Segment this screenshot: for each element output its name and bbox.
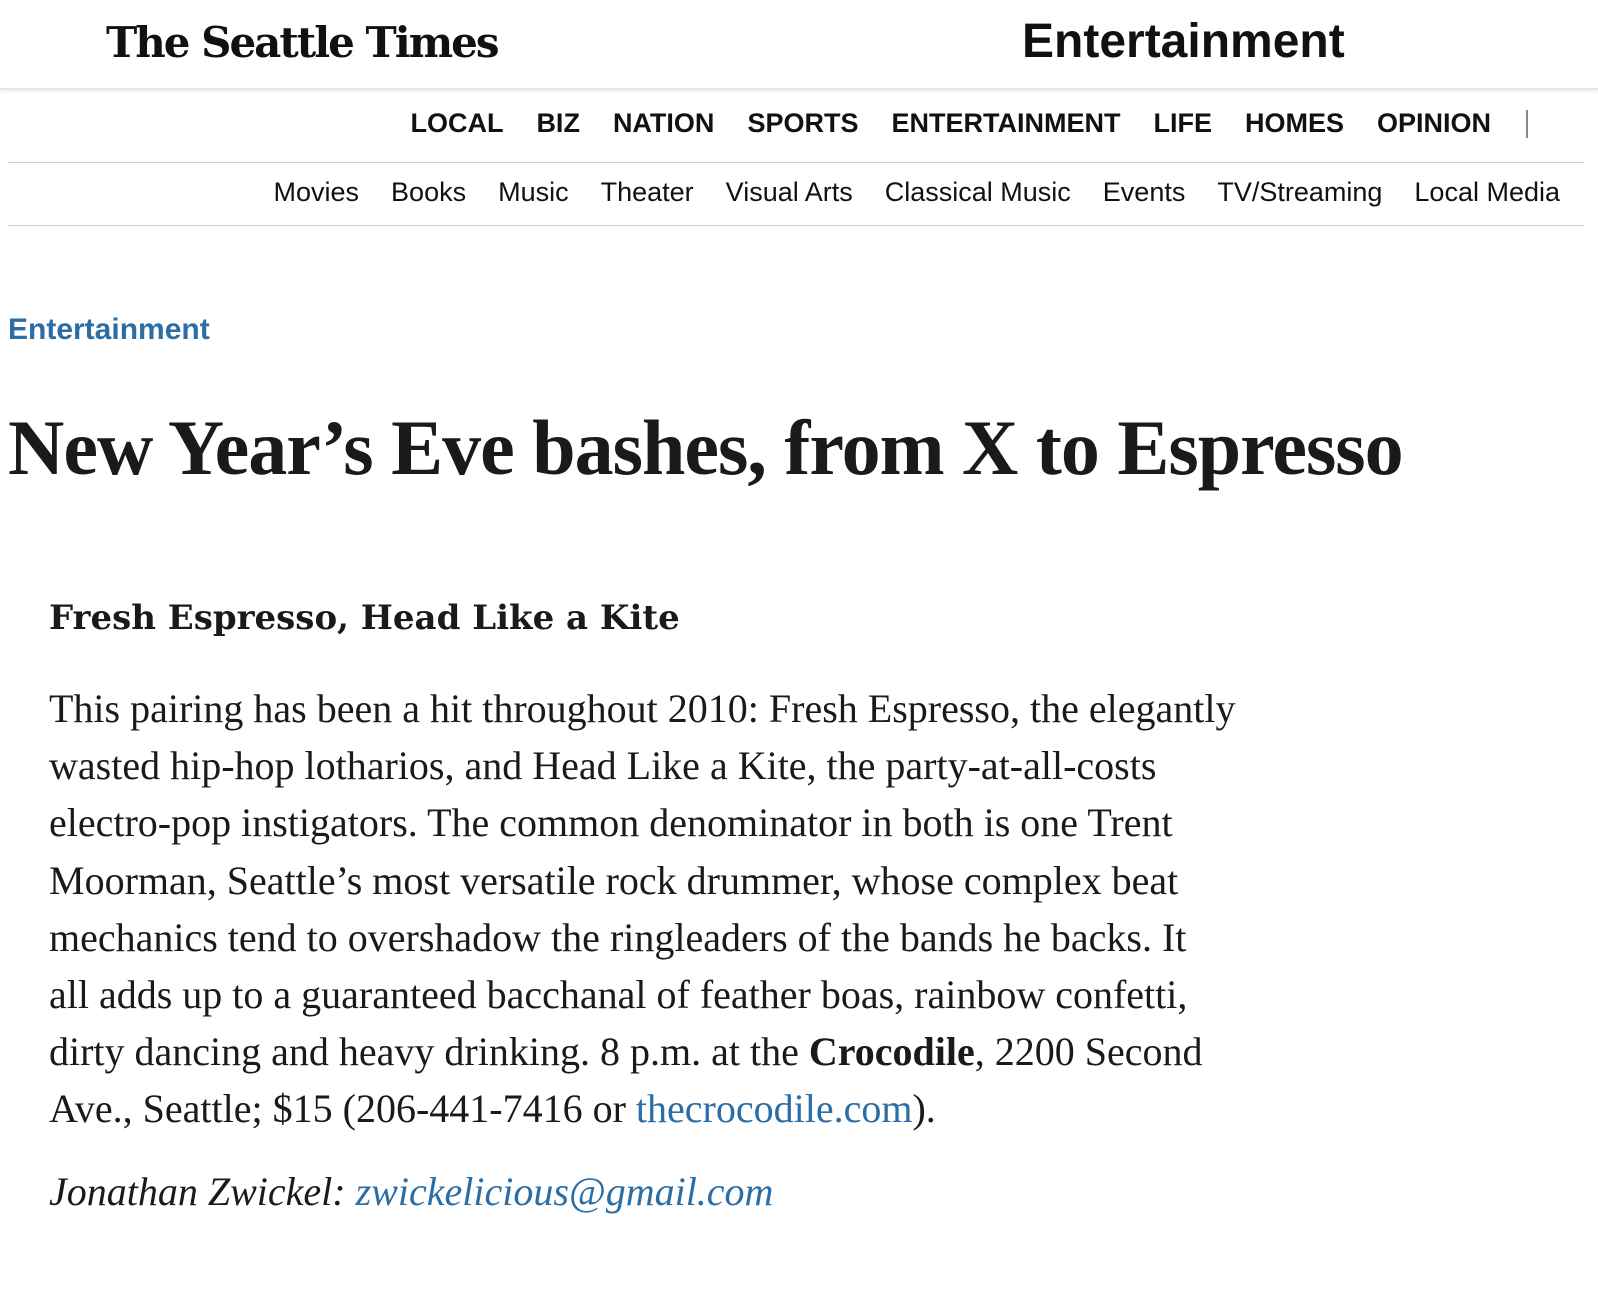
sub-nav: Movies Books Music Theater Visual Arts C… [274, 177, 1560, 208]
body-text-fragment: dirty dancing and heavy drinking. 8 p.m.… [49, 1029, 809, 1075]
nav-item-opinion[interactable]: OPINION [1377, 108, 1491, 139]
divider [8, 225, 1584, 226]
article-headline: New Year’s Eve bashes, from X to Espress… [8, 404, 1404, 491]
subnav-item-music[interactable]: Music [498, 177, 569, 208]
body-line: dirty dancing and heavy drinking. 8 p.m.… [49, 1023, 1529, 1080]
nav-item-local[interactable]: LOCAL [410, 108, 503, 139]
body-line: Ave., Seattle; $15 (206-441-7416 or thec… [49, 1080, 1529, 1137]
nav-item-biz[interactable]: BIZ [536, 108, 580, 139]
subnav-item-books[interactable]: Books [391, 177, 466, 208]
body-line: mechanics tend to overshadow the ringlea… [49, 914, 1187, 960]
section-title: Entertainment [1022, 15, 1345, 68]
byline: Jonathan Zwickel: zwickelicious@gmail.co… [49, 1168, 773, 1215]
byline-author: Jonathan Zwickel: [49, 1169, 356, 1214]
body-line: all adds up to a guaranteed bacchanal of… [49, 972, 1188, 1018]
subnav-item-tv-streaming[interactable]: TV/Streaming [1217, 177, 1382, 208]
body-text-fragment: ). [912, 1086, 936, 1132]
body-line: Moorman, Seattle’s most versatile rock d… [49, 857, 1179, 903]
subnav-item-local-media[interactable]: Local Media [1414, 177, 1560, 208]
body-text-fragment: Ave., Seattle; $15 (206-441-7416 or [49, 1086, 636, 1132]
main-nav: LOCAL BIZ NATION SPORTS ENTERTAINMENT LI… [410, 108, 1528, 139]
venue-link[interactable]: thecrocodile.com [636, 1086, 913, 1131]
nav-item-nation[interactable]: NATION [613, 108, 715, 139]
article-body: This pairing has been a hit throughout 2… [49, 680, 1529, 1138]
subnav-item-visual-arts[interactable]: Visual Arts [726, 177, 853, 208]
site-header: The Seattle Times Entertainment [0, 0, 1598, 90]
nav-item-homes[interactable]: HOMES [1245, 108, 1344, 139]
nav-item-entertainment[interactable]: ENTERTAINMENT [891, 108, 1120, 139]
subnav-item-events[interactable]: Events [1103, 177, 1186, 208]
subnav-item-classical-music[interactable]: Classical Music [885, 177, 1071, 208]
nav-item-sports[interactable]: SPORTS [747, 108, 858, 139]
subnav-item-theater[interactable]: Theater [601, 177, 694, 208]
nav-item-life[interactable]: LIFE [1153, 108, 1212, 139]
body-line: electro-pop instigators. The common deno… [49, 800, 1173, 846]
body-line: wasted hip-hop lotharios, and Head Like … [49, 743, 1157, 789]
article-subhead: Fresh Espresso, Head Like a Kite [49, 598, 680, 638]
author-email-link[interactable]: zwickelicious@gmail.com [356, 1169, 774, 1214]
body-line: This pairing has been a hit throughout 2… [49, 686, 1236, 731]
body-text-fragment: , 2200 Second [974, 1029, 1203, 1075]
masthead-logo[interactable]: The Seattle Times [106, 18, 500, 67]
article-kicker[interactable]: Entertainment [8, 313, 210, 347]
venue-name: Crocodile [808, 1029, 975, 1075]
subnav-item-movies[interactable]: Movies [274, 177, 360, 208]
nav-divider [1526, 109, 1528, 138]
divider [8, 162, 1584, 163]
